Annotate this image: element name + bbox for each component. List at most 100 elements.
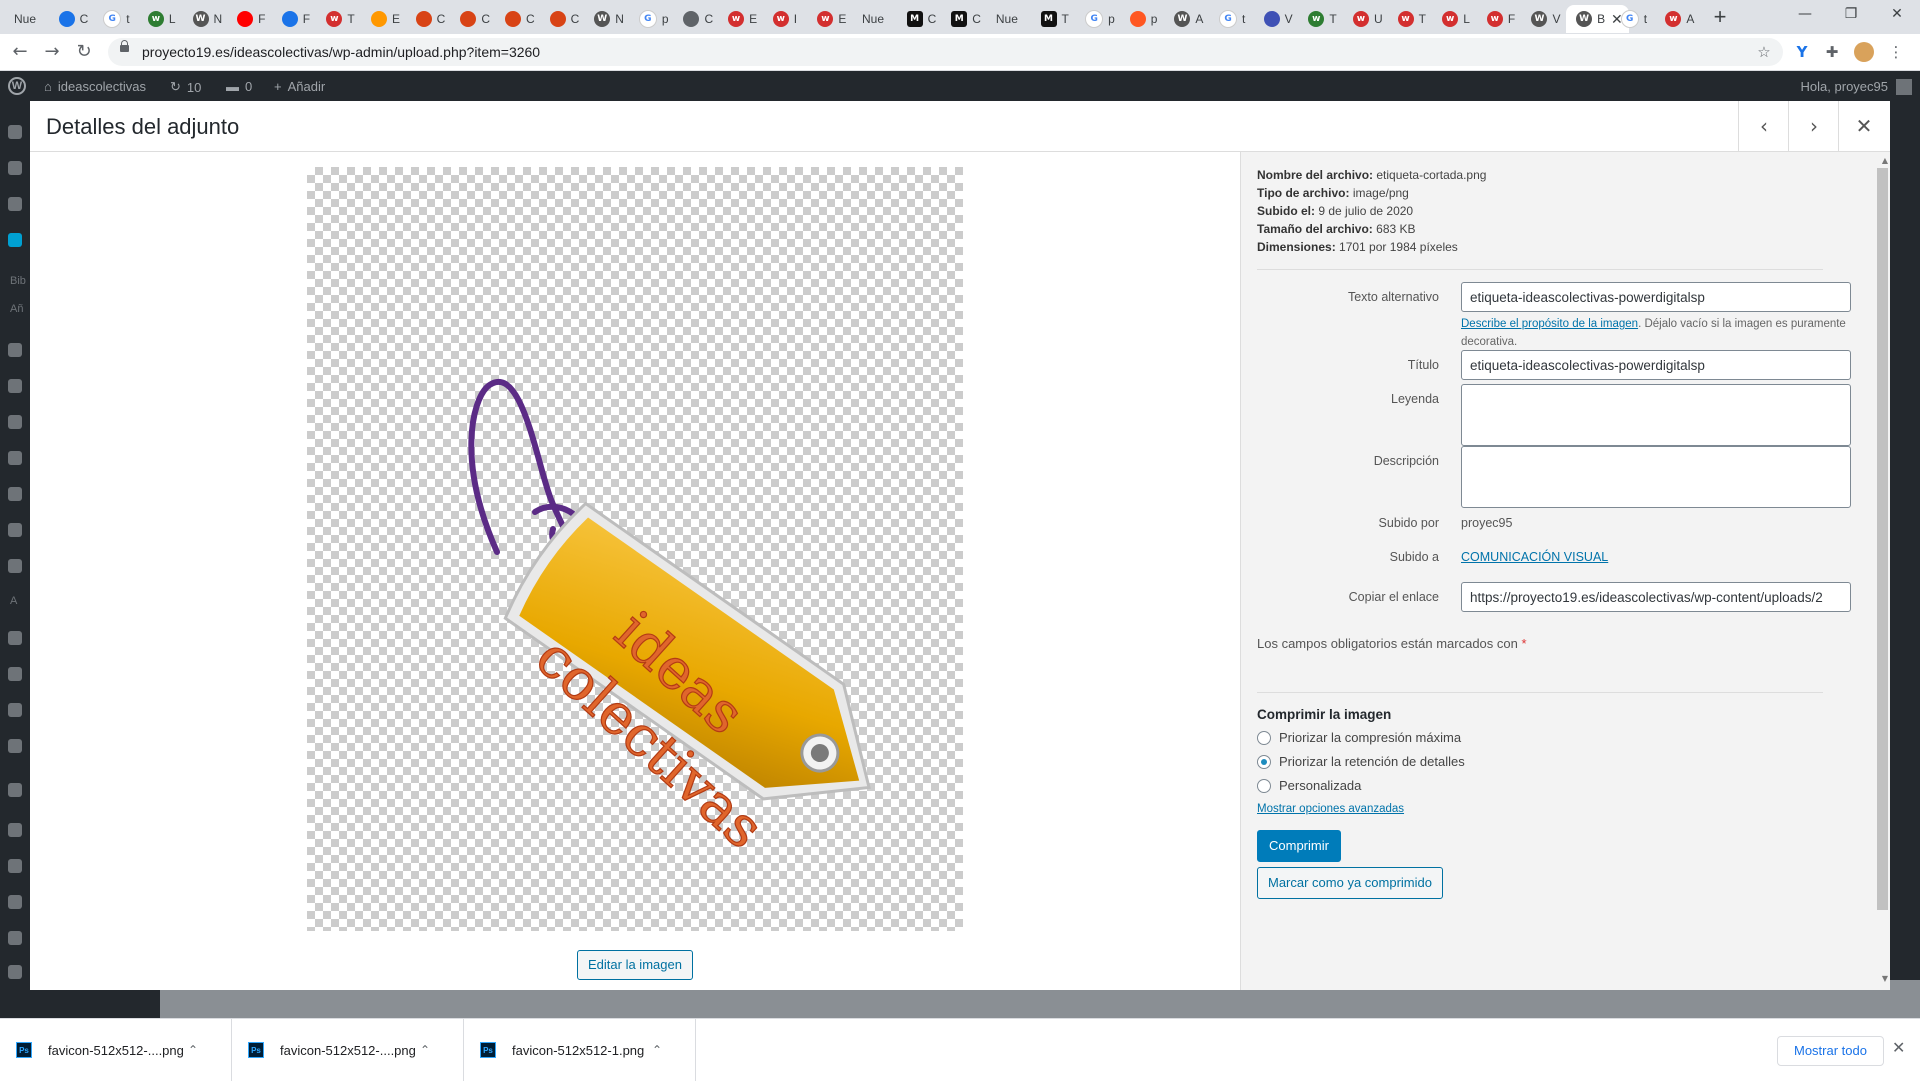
browser-tab[interactable]: E [361,5,406,33]
site-name-link[interactable]: ⌂ ideascolectivas [44,79,146,94]
address-bar[interactable]: proyecto19.es/ideascolectivas/wp-admin/u… [108,38,1783,66]
browser-menu-icon[interactable]: ⋮ [1886,42,1906,62]
cloud-icon[interactable] [8,739,22,753]
browser-tab[interactable]: Gp [629,5,674,33]
user-avatar[interactable] [1896,79,1912,95]
posts-icon[interactable] [8,197,22,211]
bookmark-star-icon[interactable]: ☆ [1754,42,1774,62]
browser-tab[interactable]: F [272,5,317,33]
download-item[interactable]: Ps favicon-512x512-....png ⌃ [0,1019,232,1081]
minimize-button[interactable]: — [1782,0,1828,30]
browser-tab[interactable]: wE [807,5,852,33]
browser-tab[interactable]: WN [183,5,228,33]
forward-icon[interactable]: → [40,40,64,64]
browser-tab[interactable]: C [495,5,540,33]
browser-tab[interactable]: wT [1388,5,1433,33]
compress-option-max[interactable]: Priorizar la compresión máxima [1257,730,1461,745]
browser-tab[interactable]: F [227,5,272,33]
sidebar-item-a[interactable]: A [10,595,17,607]
browser-tab[interactable]: C [540,5,585,33]
pages-icon[interactable] [8,343,22,357]
browser-tab[interactable]: MT [1031,5,1076,33]
browser-tab[interactable]: wT [1298,5,1343,33]
browser-tab[interactable]: V [1254,5,1299,33]
browser-tab[interactable]: Nue [852,5,897,33]
appearance-icon[interactable] [8,415,22,429]
chevron-up-icon[interactable]: ⌃ [652,1043,662,1057]
browser-tab[interactable]: wA [1655,5,1700,33]
refresh-icon[interactable] [8,859,22,873]
user-greeting[interactable]: Hola, proyec95 [1801,79,1888,94]
copy-link-input[interactable] [1461,582,1851,612]
browser-tab[interactable]: MC [941,5,986,33]
new-tab-button[interactable]: + [1706,3,1734,31]
edit-image-button[interactable]: Editar la imagen [577,950,693,980]
previous-attachment-button[interactable]: ‹ [1738,101,1789,151]
grid-icon[interactable] [8,783,22,797]
browser-tab[interactable]: Gt [1611,5,1656,33]
wordpress-logo-icon[interactable]: W [8,77,26,95]
browser-tab[interactable]: C [450,5,495,33]
scroll-up-arrow-icon[interactable]: ▲ [1882,156,1888,165]
mark-compressed-button[interactable]: Marcar como ya comprimido [1257,867,1443,899]
browser-tab[interactable]: Nue [986,5,1031,33]
download-item[interactable]: Ps favicon-512x512-....png ⌃ [232,1019,464,1081]
chevron-up-icon[interactable]: ⌃ [420,1043,430,1057]
profile-avatar[interactable] [1854,42,1874,62]
browser-tab[interactable]: C [673,5,718,33]
scroll-down-arrow-icon[interactable]: ▼ [1882,974,1888,983]
browser-tab[interactable]: Gp [1075,5,1120,33]
plugins-icon[interactable] [8,451,22,465]
brush-icon[interactable] [8,631,22,645]
browser-tab[interactable]: WA [1164,5,1209,33]
add-new-link[interactable]: + Añadir [274,79,325,94]
browser-tab[interactable]: MC [897,5,942,33]
browser-tab[interactable]: Gt [1209,5,1254,33]
alt-text-input[interactable] [1461,282,1851,312]
radio-button-selected[interactable] [1257,754,1271,769]
browser-tab[interactable]: Nue [4,5,49,33]
media-icon[interactable] [8,233,22,247]
radio-button[interactable] [1257,778,1271,793]
browser-tab[interactable]: WN [584,5,629,33]
close-downloads-bar-icon[interactable]: ✕ [1892,1038,1905,1057]
alt-text-help-link[interactable]: Describe el propósito de la imagen [1461,318,1638,330]
comments-icon[interactable] [8,379,22,393]
compress-option-custom[interactable]: Personalizada [1257,778,1361,793]
yoast-extension-icon[interactable]: Y [1792,42,1812,62]
person-icon[interactable] [8,667,22,681]
next-attachment-button[interactable]: › [1788,101,1839,151]
radio-button[interactable] [1257,730,1271,745]
comments-link[interactable]: ▬ 0 [226,79,252,94]
lifebuoy-icon[interactable] [8,895,22,909]
details-scrollbar[interactable] [1877,168,1888,910]
browser-tab[interactable]: wF [1477,5,1522,33]
lock-icon[interactable] [120,40,129,52]
uploaded-to-link[interactable]: COMUNICACIÓN VISUAL [1461,550,1608,564]
collapse-icon[interactable] [8,965,22,979]
caption-textarea[interactable] [1461,384,1851,446]
show-advanced-options-link[interactable]: Mostrar opciones avanzadas [1257,803,1404,815]
browser-tab[interactable]: wI [763,5,808,33]
browser-tab[interactable]: wL [1432,5,1477,33]
browser-tab[interactable]: wT [316,5,361,33]
settings-icon[interactable] [8,161,22,175]
compress-option-details[interactable]: Priorizar la retención de detalles [1257,754,1465,769]
reload-icon[interactable]: ↻ [72,40,96,64]
title-input[interactable] [1461,350,1851,380]
browser-tab[interactable]: wU [1343,5,1388,33]
show-all-downloads-button[interactable]: Mostrar todo [1777,1036,1884,1066]
browser-tab[interactable]: p [1120,5,1165,33]
document-icon[interactable] [8,931,22,945]
browser-tab[interactable]: wE [718,5,763,33]
close-modal-button[interactable]: ✕ [1838,101,1889,151]
extensions-puzzle-icon[interactable]: ✚ [1822,42,1842,62]
maximize-button[interactable]: ❐ [1828,0,1874,30]
tools-icon[interactable] [8,523,22,537]
download-item[interactable]: Ps favicon-512x512-1.png ⌃ [464,1019,696,1081]
users-icon[interactable] [8,487,22,501]
add-media-link[interactable]: Añ [10,303,23,315]
wrench-icon[interactable] [8,703,22,717]
browser-tab[interactable]: WV [1521,5,1566,33]
description-textarea[interactable] [1461,446,1851,508]
